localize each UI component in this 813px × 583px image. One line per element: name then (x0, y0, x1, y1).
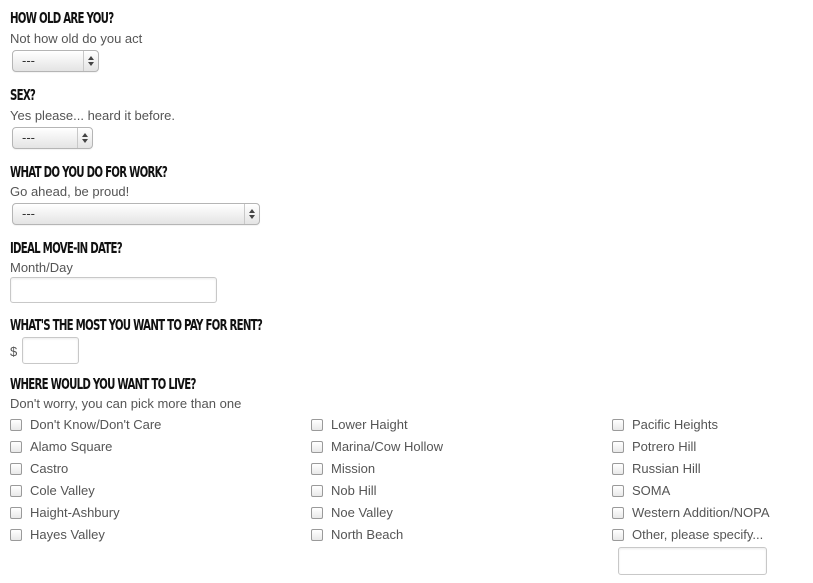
neighborhood-option[interactable]: Russian Hill (612, 460, 701, 478)
age-question-title: How old are you? (10, 9, 114, 27)
select-arrows-icon (244, 204, 259, 224)
neighborhood-option[interactable]: Cole Valley (10, 482, 95, 500)
neighborhood-checkbox[interactable] (612, 529, 624, 541)
neighborhood-checkbox[interactable] (10, 485, 22, 497)
neighborhood-checkbox[interactable] (311, 529, 323, 541)
neighborhood-option[interactable]: Don't Know/Don't Care (10, 416, 161, 434)
neighborhood-option[interactable]: Alamo Square (10, 438, 112, 456)
neighborhood-checkbox[interactable] (612, 485, 624, 497)
neighborhood-checkbox[interactable] (10, 507, 22, 519)
age-question-subtitle: Not how old do you act (10, 31, 143, 46)
move-in-question-subtitle: Month/Day (10, 260, 73, 275)
neighborhood-option[interactable]: Mission (311, 460, 375, 478)
neighborhood-option[interactable]: SOMA (612, 482, 670, 500)
neighborhood-option[interactable]: Nob Hill (311, 482, 377, 500)
neighborhood-checkbox[interactable] (612, 441, 624, 453)
neighborhood-option[interactable]: Potrero Hill (612, 438, 696, 456)
neighborhood-option[interactable]: Castro (10, 460, 68, 478)
neighborhood-label: Alamo Square (30, 439, 113, 454)
neighborhood-label: SOMA (632, 483, 671, 498)
sex-select[interactable]: --- (12, 127, 93, 149)
currency-symbol: $ (10, 344, 18, 359)
neighborhood-label: Russian Hill (632, 461, 701, 476)
neighborhood-question-title: Where would you want to live? (10, 375, 196, 393)
neighborhood-checkbox[interactable] (311, 419, 323, 431)
sex-question-subtitle: Yes please... heard it before. (10, 108, 176, 123)
neighborhood-checkbox[interactable] (10, 441, 22, 453)
neighborhood-checkbox[interactable] (311, 441, 323, 453)
age-select[interactable]: --- (12, 50, 99, 72)
neighborhood-option[interactable]: Haight-Ashbury (10, 504, 120, 522)
neighborhood-option[interactable]: Marina/Cow Hollow (311, 438, 443, 456)
neighborhood-checkbox[interactable] (612, 507, 624, 519)
neighborhood-option[interactable]: Other, please specify... (612, 526, 763, 544)
neighborhood-checkbox[interactable] (612, 463, 624, 475)
other-neighborhood-input[interactable] (618, 547, 767, 575)
neighborhood-option[interactable]: Hayes Valley (10, 526, 105, 544)
age-select-value: --- (22, 53, 35, 68)
neighborhood-label: Lower Haight (331, 417, 408, 432)
neighborhood-label: Cole Valley (30, 483, 95, 498)
neighborhood-checkbox[interactable] (10, 463, 22, 475)
neighborhood-label: Mission (331, 461, 376, 476)
neighborhood-option[interactable]: Pacific Heights (612, 416, 718, 434)
neighborhood-checkbox[interactable] (311, 507, 323, 519)
neighborhood-checkbox[interactable] (10, 419, 22, 431)
neighborhood-option[interactable]: North Beach (311, 526, 403, 544)
neighborhood-label: Pacific Heights (632, 417, 718, 432)
neighborhood-label: Haight-Ashbury (30, 505, 120, 520)
neighborhood-option[interactable]: Noe Valley (311, 504, 393, 522)
neighborhood-checkbox[interactable] (311, 485, 323, 497)
neighborhood-label: Western Addition/NOPA (632, 505, 770, 520)
select-arrows-icon (77, 128, 92, 148)
rent-amount-input[interactable] (22, 337, 79, 364)
neighborhood-question-subtitle: Don't worry, you can pick more than one (10, 396, 242, 411)
neighborhood-label: Don't Know/Don't Care (30, 417, 162, 432)
neighborhood-label: Marina/Cow Hollow (331, 439, 443, 454)
neighborhood-label: Castro (30, 461, 69, 476)
neighborhood-option[interactable]: Lower Haight (311, 416, 408, 434)
move-in-question-title: Ideal move-in date? (10, 239, 123, 257)
move-in-date-input[interactable] (10, 277, 217, 303)
neighborhood-label: North Beach (331, 527, 404, 542)
work-select-value: --- (22, 206, 35, 221)
neighborhood-label: Noe Valley (331, 505, 393, 520)
neighborhood-label: Other, please specify... (632, 527, 764, 542)
neighborhood-label: Hayes Valley (30, 527, 105, 542)
neighborhood-checkbox[interactable] (311, 463, 323, 475)
work-question-title: What do you do for work? (10, 163, 168, 181)
sex-select-value: --- (22, 130, 35, 145)
neighborhood-label: Nob Hill (331, 483, 377, 498)
neighborhood-checkbox[interactable] (612, 419, 624, 431)
work-select[interactable]: --- (12, 203, 260, 225)
neighborhood-option[interactable]: Western Addition/NOPA (612, 504, 770, 522)
work-question-subtitle: Go ahead, be proud! (10, 184, 130, 199)
neighborhood-checkbox[interactable] (10, 529, 22, 541)
sex-question-title: Sex? (10, 86, 36, 104)
select-arrows-icon (83, 51, 98, 71)
rent-question-title: What's the most you want to pay for rent… (10, 316, 263, 334)
neighborhood-label: Potrero Hill (632, 439, 697, 454)
